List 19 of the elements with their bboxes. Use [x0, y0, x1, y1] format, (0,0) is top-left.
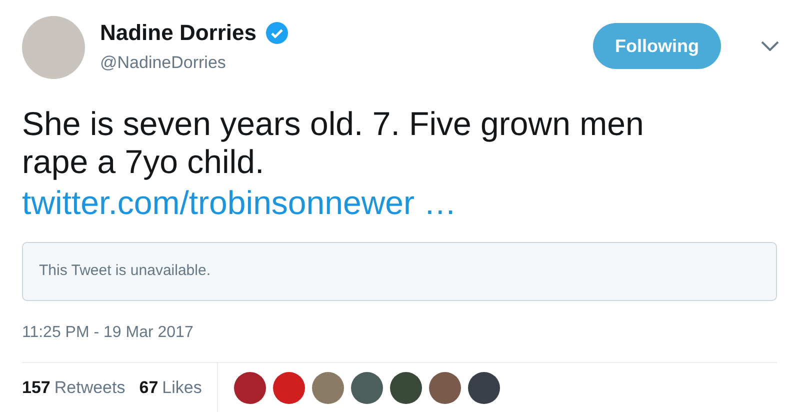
- tweet-text: She is seven years old. 7. Five grown men rape a 7yo child.: [22, 105, 645, 181]
- stat-count[interactable]: 67: [139, 374, 158, 400]
- chevron-down-icon[interactable]: [761, 41, 779, 51]
- author-name[interactable]: Nadine Dorries: [100, 19, 256, 47]
- liker-avatar[interactable]: [234, 372, 266, 404]
- stat-label[interactable]: Likes: [162, 374, 202, 400]
- liker-avatar[interactable]: [468, 372, 500, 404]
- liker-avatar[interactable]: [350, 372, 383, 404]
- unavailable-message: This Tweet is unavailable.: [39, 261, 210, 282]
- following-button[interactable]: Following: [593, 23, 721, 69]
- liker-avatar[interactable]: [272, 372, 305, 404]
- author-handle[interactable]: @NadineDorries: [100, 50, 288, 76]
- quoted-tweet-card[interactable]: This Tweet is unavailable.: [22, 242, 777, 301]
- liker-avatar[interactable]: [428, 372, 461, 404]
- tweet-link[interactable]: twitter.com/trobinsonnewer …: [22, 183, 457, 223]
- stat-count[interactable]: 157: [22, 374, 50, 400]
- liker-avatar[interactable]: [390, 372, 422, 404]
- stat-label[interactable]: Retweets: [54, 374, 126, 400]
- tweet-timestamp[interactable]: 11:25 PM - 19 Mar 2017: [22, 324, 194, 341]
